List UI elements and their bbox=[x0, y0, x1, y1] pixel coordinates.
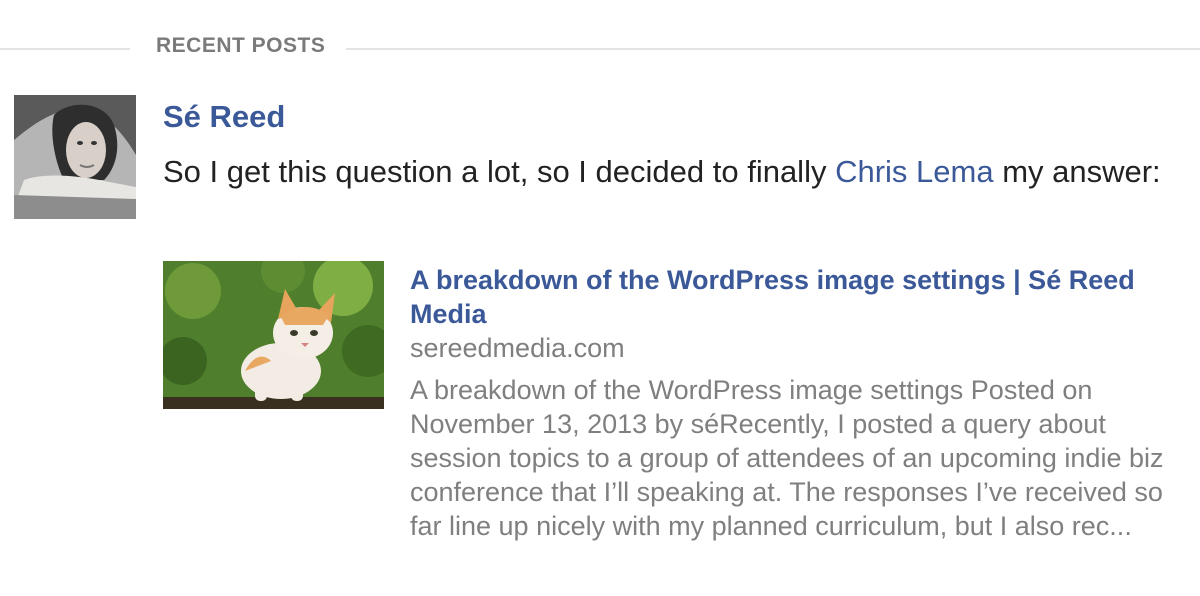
link-description: A breakdown of the WordPress image setti… bbox=[410, 375, 1164, 541]
author-name-link[interactable]: Sé Reed bbox=[163, 98, 285, 136]
avatar-photo-icon bbox=[14, 95, 136, 219]
link-preview[interactable]: A breakdown of the WordPress image setti… bbox=[163, 261, 1200, 581]
link-thumbnail[interactable] bbox=[163, 261, 384, 409]
post-text-after: my answer: bbox=[993, 154, 1161, 189]
link-domain: sereedmedia.com bbox=[410, 333, 625, 363]
link-title[interactable]: A breakdown of the WordPress image setti… bbox=[410, 263, 1190, 331]
post-message: So I get this question a lot, so I decid… bbox=[163, 150, 1183, 193]
author-avatar[interactable] bbox=[14, 95, 136, 219]
kitten-photo-icon bbox=[163, 261, 384, 409]
post-text-before: So I get this question a lot, so I decid… bbox=[163, 154, 836, 189]
mention-link[interactable]: Chris Lema bbox=[835, 154, 994, 189]
post-item: Sé Reed So I get this question a lot, so… bbox=[0, 0, 1200, 596]
